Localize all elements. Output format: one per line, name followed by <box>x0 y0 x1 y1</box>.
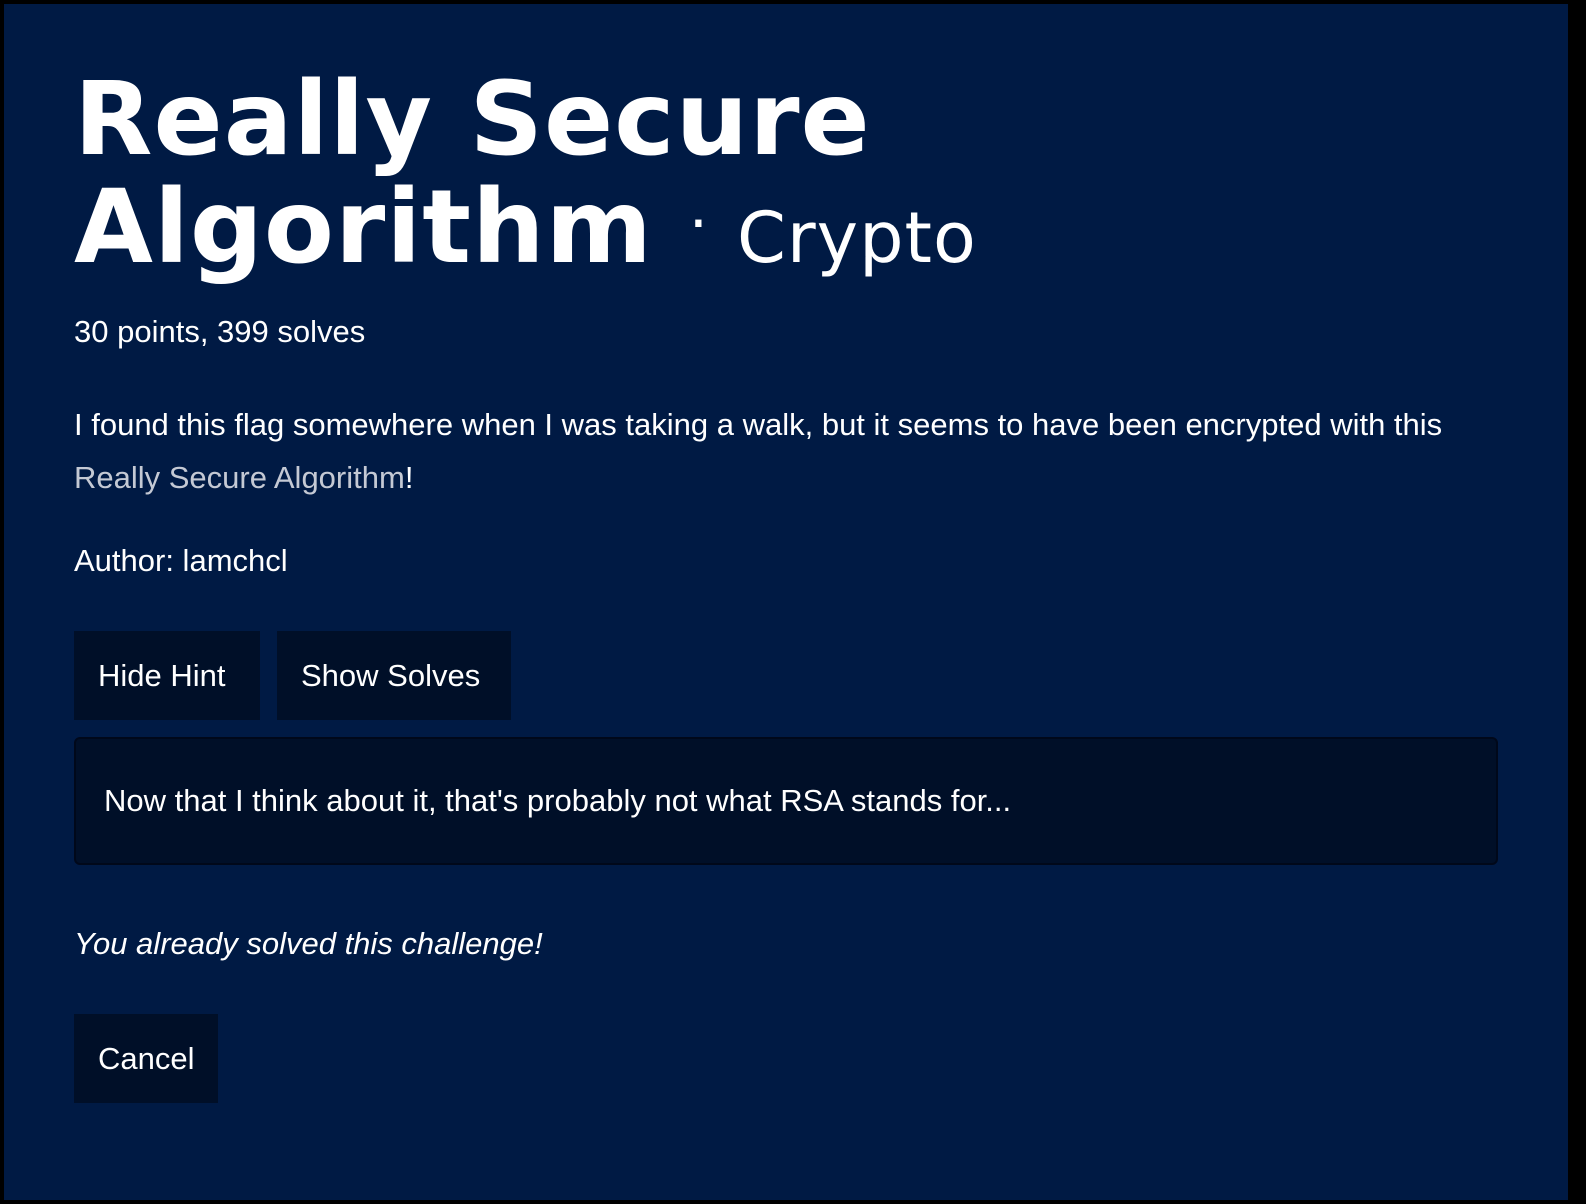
challenge-category: Crypto <box>737 197 977 279</box>
challenge-modal: Really Secure Algorithm · Crypto 30 points,… <box>4 4 1568 1200</box>
challenge-author: Author: lamchcl <box>74 543 288 578</box>
hint-text: Now that I think about it, that's probab… <box>104 783 1012 818</box>
solved-message: You already solved this challenge! <box>74 926 543 961</box>
description-text: I found this flag somewhere when I was t… <box>74 407 1443 442</box>
description-suffix: ! <box>404 460 414 495</box>
hide-hint-button[interactable]: Hide Hint <box>74 631 260 720</box>
challenge-description: I found this flag somewhere when I was t… <box>74 398 1514 504</box>
cancel-button[interactable]: Cancel <box>74 1014 218 1103</box>
title-line-1: Really Secure <box>74 60 871 179</box>
attachment-link[interactable]: Really Secure Algorithm <box>74 460 405 495</box>
show-solves-button[interactable]: Show Solves <box>277 631 511 720</box>
hint-box: Now that I think about it, that's probab… <box>74 737 1498 865</box>
challenge-title: Really Secure Algorithm · Crypto <box>74 68 1174 290</box>
title-separator: · <box>688 189 709 259</box>
title-line-2: Algorithm <box>74 168 653 287</box>
challenge-points-solves: 30 points, 399 solves <box>74 314 366 349</box>
